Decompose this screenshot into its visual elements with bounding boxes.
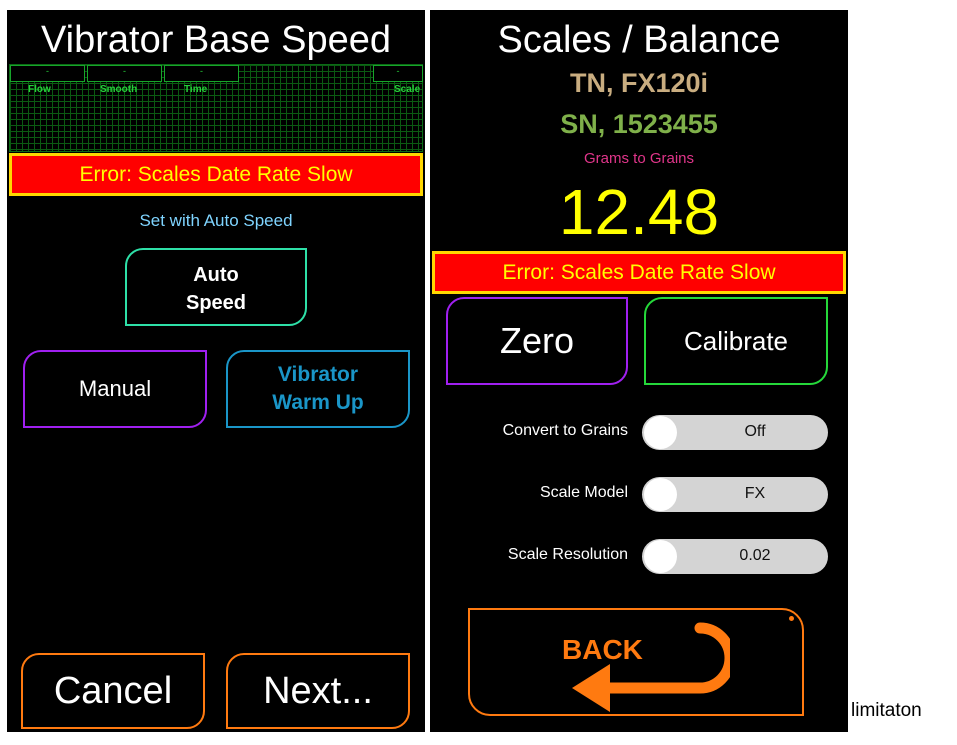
time-value-box: - [164,65,239,82]
manual-label: Manual [78,376,152,401]
auto-speed-hint: Set with Auto Speed [139,211,293,230]
smooth-label: Smooth [100,84,138,95]
toggle-knob [644,478,677,511]
next-button[interactable]: Next... [226,653,410,729]
scales-balance-screen: Scales / Balance TN, FX120i SN, 1523455 … [430,10,848,732]
scale-label: Scale [394,84,421,95]
scale-value-box: - [373,65,423,82]
scale-resolution-toggle[interactable]: 0.02 [642,539,828,574]
scale-model-row: Scale Model FX [430,475,848,515]
convert-to-grains-label: Convert to Grains [502,422,628,439]
zero-label: Zero [499,320,575,361]
auto-speed-button[interactable]: Auto Speed [125,248,307,326]
smooth-value-box: - [87,65,162,82]
toggle-knob [644,416,677,449]
scale-type-number: TN, FX120i [569,68,709,98]
auto-speed-line1: Auto [193,264,239,286]
next-label: Next... [263,670,373,712]
convert-to-grains-value: Off [744,423,766,440]
scale-model-value: FX [744,485,766,502]
indicator-dot [789,616,794,621]
screen-title: Vibrator Base Speed [41,19,391,61]
convert-to-grains-toggle[interactable]: Off [642,415,828,450]
speed-graph: - - - - Flow Smooth Time Scale [9,64,423,152]
screen-title: Scales / Balance [497,19,781,61]
conversion-mode: Grams to Grains [583,150,695,167]
caption-text: limitaton [851,700,922,721]
cancel-button[interactable]: Cancel [21,653,205,729]
scale-model-label: Scale Model [539,484,628,501]
calibrate-label: Calibrate [683,326,789,356]
auto-speed-line2: Speed [185,292,247,314]
scale-model-toggle[interactable]: FX [642,477,828,512]
warm-up-line2: Warm Up [272,391,364,414]
back-label: BACK [562,634,643,665]
vibrator-warm-up-button[interactable]: Vibrator Warm Up [226,350,410,428]
convert-to-grains-row: Convert to Grains Off [430,413,848,453]
flow-label: Flow [28,84,51,95]
error-banner: Error: Scales Date Rate Slow [9,153,423,196]
back-button[interactable]: BACK [468,608,804,716]
scale-serial-number: SN, 1523455 [560,109,718,139]
scale-resolution-value: 0.02 [739,547,771,564]
zero-button[interactable]: Zero [446,297,628,385]
flow-value-box: - [10,65,85,82]
toggle-knob [644,540,677,573]
error-banner: Error: Scales Date Rate Slow [432,251,846,294]
manual-button[interactable]: Manual [23,350,207,428]
cancel-label: Cancel [53,670,173,712]
time-label: Time [184,84,208,95]
vibrator-base-speed-screen: Vibrator Base Speed - - - - Flow Smooth … [7,10,425,732]
scale-reading: 12.48 [558,176,720,248]
calibrate-button[interactable]: Calibrate [644,297,828,385]
scale-resolution-label: Scale Resolution [507,546,628,563]
warm-up-line1: Vibrator [277,363,359,386]
scale-resolution-row: Scale Resolution 0.02 [430,537,848,577]
